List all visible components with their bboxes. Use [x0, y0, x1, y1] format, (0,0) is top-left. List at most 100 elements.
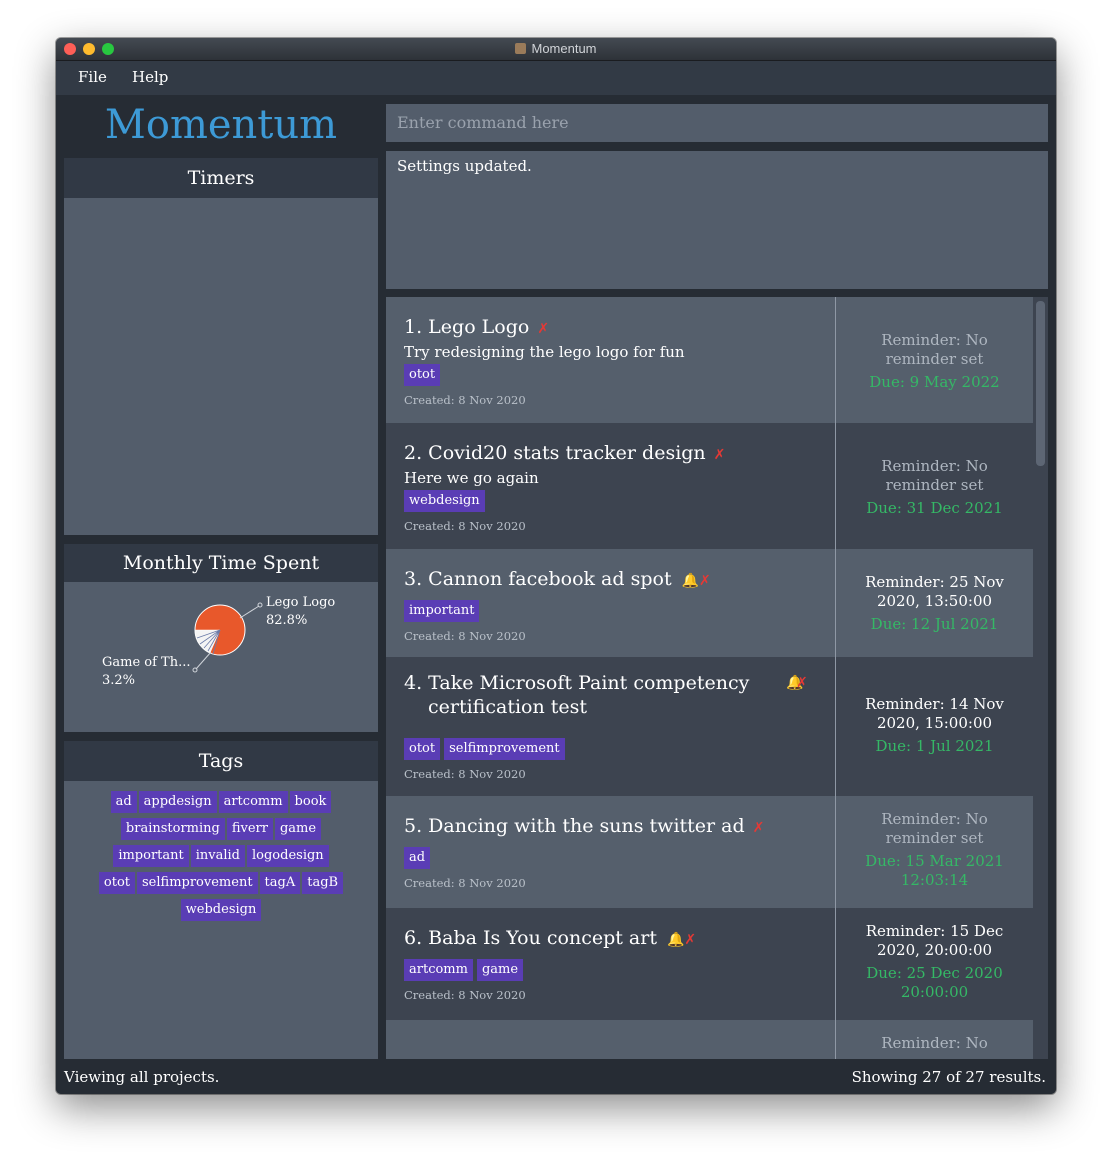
project-title-text: 2. Covid20 stats tracker design [404, 442, 706, 464]
project-tag[interactable]: selfimprovement [444, 738, 565, 760]
project-title: 2. Covid20 stats tracker design ✗ [404, 441, 725, 467]
project-title-text: 6. Baba Is You concept art [404, 927, 657, 949]
bell-icon: 🔔 [681, 573, 700, 589]
tag-row: otot selfimprovement tagA tagB [64, 871, 378, 894]
monthly-time-panel: Lego Logo 82.8% Game of Th... 3.2% [64, 582, 378, 732]
reminder-text: Reminder: 25 Nov [865, 573, 1004, 591]
project-tag[interactable]: artcomm [404, 959, 473, 981]
project-title-text: 1. Lego Logo [404, 316, 530, 338]
incomplete-mark-icon: ✗ [796, 675, 808, 691]
sidebar-tag[interactable]: logodesign [247, 845, 329, 867]
reminder-text: Reminder: 15 Dec [865, 922, 1004, 940]
project-card[interactable]: 3. Cannon facebook ad spot 🔔✗ important Cre… [386, 549, 1033, 657]
project-list-scrollbar[interactable] [1033, 297, 1048, 1059]
pie-leader-dot-lego [257, 602, 263, 608]
pie-leader-lego [239, 605, 260, 619]
project-title: 1. Lego Logo ✗ [404, 315, 549, 341]
app-brand: Momentum [104, 102, 338, 148]
status-bar: Viewing all projects. Showing 27 of 27 r… [56, 1059, 1056, 1094]
menu-help[interactable]: Help [132, 68, 168, 86]
window-title-text: Momentum [531, 41, 597, 56]
created-date: Created: 8 Nov 2020 [404, 988, 526, 1002]
tag-row: brainstorming fiverr game [64, 817, 378, 840]
project-tag[interactable]: game [476, 959, 524, 981]
timers-header: Timers [64, 158, 378, 198]
pie-label-lego: Lego Logo 82.8% [266, 594, 335, 630]
app-icon [515, 43, 527, 54]
project-tags: artcomm game [404, 958, 527, 981]
title-bar: Momentum [56, 38, 1056, 61]
incomplete-mark-icon: ✗ [699, 573, 711, 589]
due-date-text: 20:00:00 [900, 983, 969, 1001]
tag-row: ad appdesign artcomm book [64, 790, 378, 813]
scrollbar-thumb[interactable] [1036, 301, 1045, 466]
project-tag[interactable]: otot [404, 364, 441, 386]
created-date: Created: 8 Nov 2020 [404, 767, 526, 781]
sidebar-tag[interactable]: important [113, 845, 189, 867]
project-tag[interactable]: ad [404, 847, 431, 869]
project-card[interactable]: 4. Take Microsoft Paint competency certi… [386, 657, 1033, 796]
reminder-text: reminder set [885, 350, 984, 368]
project-list[interactable]: Reminder: No 6. Baba Is You concept art 🔔✗… [386, 297, 1048, 1059]
project-tags: ad [404, 846, 434, 869]
project-card[interactable]: 6. Baba Is You concept art 🔔✗ artcomm game C… [386, 908, 1033, 1020]
due-date-text: Due: 1 Jul 2021 [875, 737, 994, 755]
due-date-text: 12:03:14 [900, 871, 969, 889]
project-description: Here we go again [404, 469, 539, 487]
project-tags: otot [404, 363, 444, 386]
reminder-due-column: Reminder: 14 Nov 2020, 15:00:00 Due: 1 Jul… [836, 695, 1033, 756]
sidebar-tag[interactable]: otot [98, 872, 135, 894]
reminder-due-column: Reminder: 15 Dec 2020, 20:00:00 Due: 25 De… [836, 922, 1033, 1002]
project-title-text: 3. Cannon facebook ad spot [404, 568, 672, 590]
sidebar-tag[interactable]: artcomm [218, 791, 288, 813]
project-tag[interactable]: important [404, 600, 480, 622]
project-title: 3. Cannon facebook ad spot 🔔✗ [404, 567, 711, 593]
reminder-due-column: Reminder: 25 Nov 2020, 13:50:00 Due: 12 Ju… [836, 573, 1033, 634]
sidebar-tag[interactable]: appdesign [138, 791, 217, 813]
created-date: Created: 8 Nov 2020 [404, 393, 526, 407]
sidebar-tag[interactable]: invalid [190, 845, 245, 867]
sidebar-tag[interactable]: webdesign [180, 899, 262, 921]
project-card[interactable]: Reminder: No [386, 1020, 1033, 1059]
pie-label-lego-name: Lego Logo [266, 595, 336, 610]
project-card[interactable]: 2. Covid20 stats tracker design ✗ Here we … [386, 423, 1033, 549]
project-title: 6. Baba Is You concept art 🔔✗ [404, 926, 696, 952]
reminder-due-column: Reminder: No reminder set Due: 15 Mar 2021… [836, 810, 1033, 890]
pie-label-lego-percent: 82.8% [266, 613, 308, 628]
created-date: Created: 8 Nov 2020 [404, 629, 526, 643]
project-description: Try redesigning the lego logo for fun [404, 343, 685, 361]
sidebar-tag[interactable]: tagA [259, 872, 301, 894]
reminder-text: reminder set [885, 476, 984, 494]
due-date-text: Due: 15 Mar 2021 [865, 852, 1004, 870]
pie-label-game: Game of Th... 3.2% [102, 654, 191, 690]
project-tag[interactable]: webdesign [404, 490, 485, 512]
reminder-due-column: Reminder: No reminder set Due: 31 Dec 2021 [836, 457, 1033, 518]
pie-leader-dot-game [192, 667, 198, 673]
project-card[interactable]: 5. Dancing with the suns twitter ad ✗ ad Cr… [386, 796, 1033, 908]
incomplete-mark-icon: ✗ [752, 820, 765, 836]
incomplete-mark-icon: ✗ [713, 447, 726, 463]
due-date-text: Due: 12 Jul 2021 [870, 615, 999, 633]
sidebar-tag[interactable]: selfimprovement [137, 872, 258, 894]
due-date-text: Due: 9 May 2022 [869, 373, 1000, 391]
app-window: Momentum File Help Momentum Timers Month… [56, 38, 1056, 1094]
tags-header: Tags [64, 741, 378, 781]
project-card[interactable]: 1. Lego Logo ✗ Try redesigning the lego lo… [386, 297, 1033, 423]
sidebar-tag[interactable]: tagB [302, 872, 344, 894]
tags-cloud: ad appdesign artcomm book brainstorming fiver… [64, 785, 378, 921]
sidebar-tag[interactable]: brainstorming [120, 818, 225, 840]
menu-file[interactable]: File [78, 68, 107, 86]
reminder-text: Reminder: No [881, 457, 988, 475]
project-tags: otot selfimprovement [404, 737, 569, 760]
tag-row: important invalid logodesign [64, 844, 378, 867]
command-input[interactable]: Enter command here [386, 104, 1048, 142]
menu-bar: File Help [56, 61, 1056, 95]
sidebar-tag[interactable]: book [289, 791, 332, 813]
sidebar-tag[interactable]: fiverr [226, 818, 273, 840]
project-tag[interactable]: otot [404, 738, 441, 760]
window-title: Momentum [56, 41, 1056, 56]
sidebar-tag[interactable]: ad [110, 791, 137, 813]
sidebar-tag[interactable]: game [274, 818, 322, 840]
tag-row: webdesign [64, 898, 378, 921]
reminder-text: reminder set [885, 829, 984, 847]
